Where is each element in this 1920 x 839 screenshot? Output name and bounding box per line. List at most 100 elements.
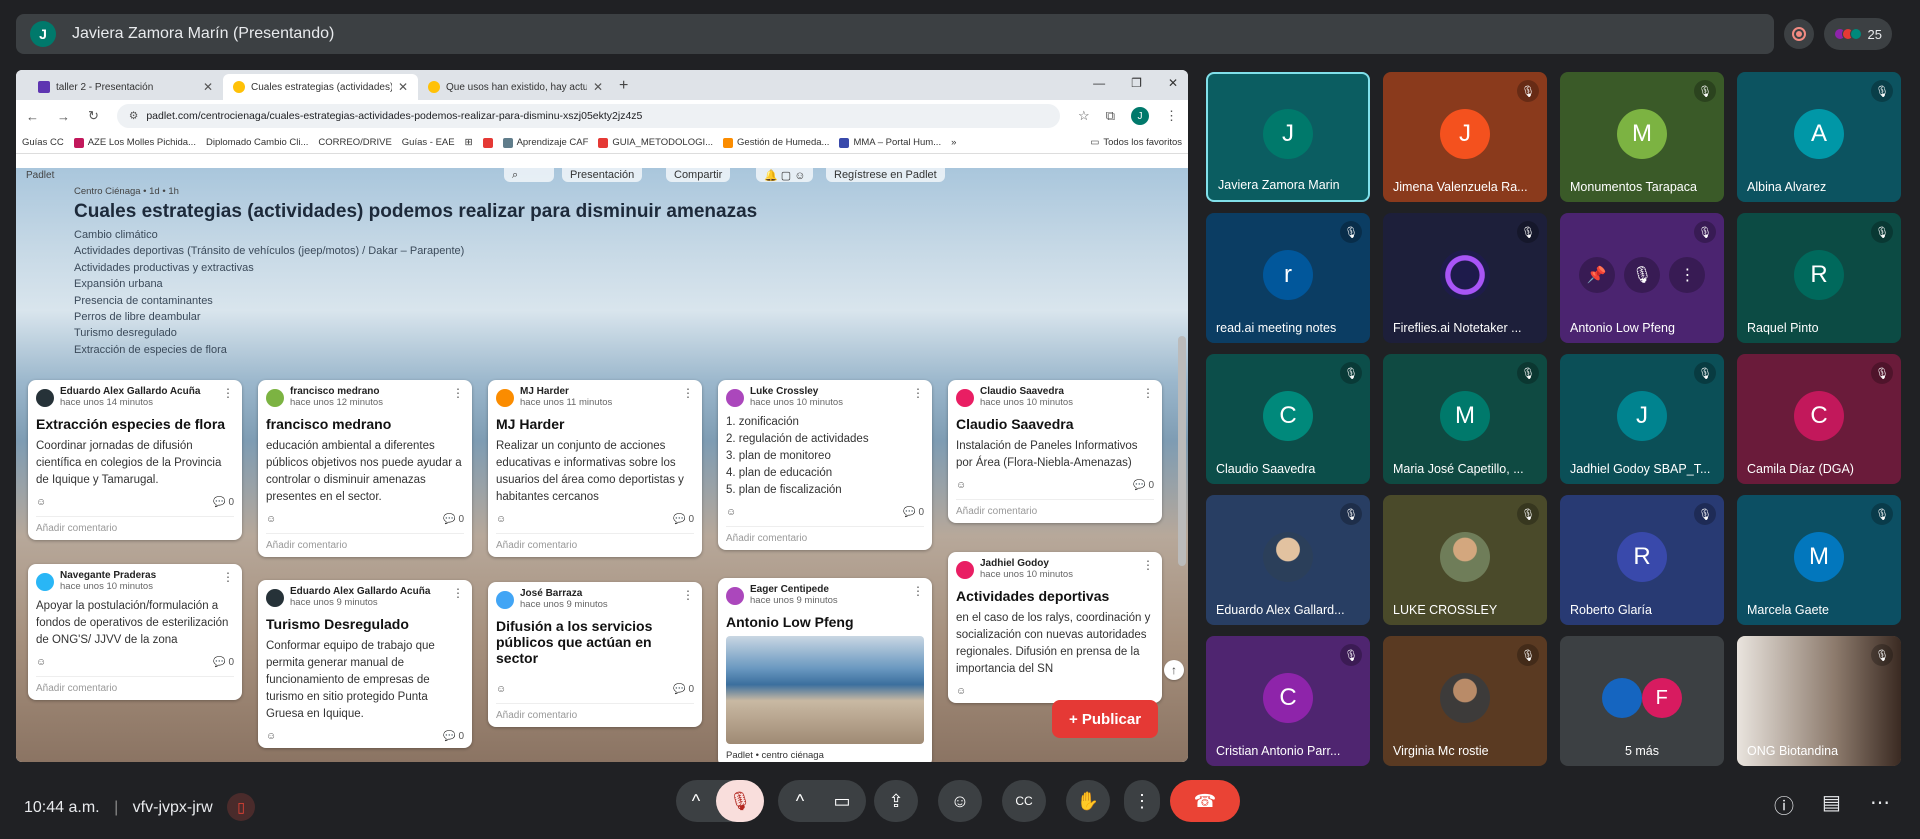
participant-tile[interactable]: C 🎙 Cristian Antonio Parr... xyxy=(1206,636,1370,766)
captions-icon[interactable]: CC xyxy=(1002,780,1046,822)
scroll-top-icon[interactable]: ↑ xyxy=(1164,660,1184,680)
bookmark-item[interactable] xyxy=(482,137,493,148)
reaction-icon[interactable]: ☺ xyxy=(956,480,966,491)
more-icon[interactable]: ⋮ xyxy=(1669,257,1706,293)
minimize-icon[interactable]: — xyxy=(1093,76,1105,90)
add-comment[interactable]: Añadir comentario xyxy=(956,499,1154,517)
more-icon[interactable]: ⋮ xyxy=(1142,558,1154,572)
participants-button[interactable]: 25 xyxy=(1823,18,1892,50)
bookmark-item[interactable]: Aprendizaje CAF xyxy=(502,137,588,148)
device-icon[interactable]: ▯ xyxy=(227,793,256,821)
forward-icon[interactable]: → xyxy=(57,109,70,124)
bookmark-item[interactable]: CORREO/DRIVE xyxy=(318,137,391,148)
participant-tile[interactable]: 🎙 ONG Biotandina xyxy=(1737,636,1901,766)
apps-grid-icon[interactable]: ⊞ xyxy=(465,137,473,148)
restore-icon[interactable]: ❐ xyxy=(1131,76,1142,90)
post-card[interactable]: Navegante Praderas hace unos 10 minutos ⋮ … xyxy=(28,564,242,700)
post-card[interactable]: Eduardo Alex Gallardo Acuña hace unos 14 … xyxy=(28,380,242,540)
tab-presentation[interactable]: taller 2 - Presentación ✕ xyxy=(28,74,223,100)
more-icon[interactable]: ⋮ xyxy=(1142,386,1154,400)
reaction-icon[interactable]: ☺ xyxy=(266,514,276,525)
participant-tile[interactable]: J Javiera Zamora Marin xyxy=(1206,72,1370,202)
profile-avatar[interactable]: J xyxy=(1131,107,1149,125)
reaction-icon[interactable]: ☺ xyxy=(496,514,506,525)
participant-tile[interactable]: F 5 más xyxy=(1560,636,1724,766)
scrollbar[interactable] xyxy=(1178,336,1186,566)
pin-icon[interactable]: 📌 xyxy=(1578,257,1615,293)
bookmark-item[interactable]: Diplomado Cambio Cli... xyxy=(206,137,308,148)
post-card[interactable]: Claudio Saavedra hace unos 10 minutos ⋮ Cl… xyxy=(948,380,1162,523)
reaction-icon[interactable]: ☺ xyxy=(726,507,736,518)
participant-tile[interactable]: J 🎙 Jimena Valenzuela Ra... xyxy=(1383,72,1547,202)
post-card[interactable]: José Barraza hace unos 9 minutos ⋮ Difusió… xyxy=(488,582,702,727)
camera-options-icon[interactable]: ^ xyxy=(780,791,820,812)
close-icon[interactable]: ✕ xyxy=(593,80,603,94)
tab-padlet-active[interactable]: Cuales estrategias (actividades) ✕ xyxy=(223,74,418,100)
add-comment[interactable]: Añadir comentario xyxy=(496,703,694,721)
back-icon[interactable]: ← xyxy=(26,109,39,124)
share-button[interactable]: Compartir xyxy=(666,168,731,182)
bookmark-star-icon[interactable]: ☆ xyxy=(1078,108,1090,124)
post-card[interactable]: MJ Harder hace unos 11 minutos ⋮ MJ Harder… xyxy=(488,380,702,557)
reaction-icon[interactable]: ☺ xyxy=(266,731,276,742)
chat-icon[interactable]: ▤ xyxy=(1822,790,1841,815)
padlet-brand[interactable]: Padlet xyxy=(26,170,54,181)
add-comment[interactable]: Añadir comentario xyxy=(726,526,924,544)
post-image[interactable] xyxy=(726,636,924,744)
post-card[interactable]: Luke Crossley hace unos 10 minutos ⋮ 1. zo… xyxy=(718,380,932,550)
more-icon[interactable]: ⋮ xyxy=(912,584,924,598)
more-icon[interactable]: ⋮ xyxy=(452,586,464,600)
post-card[interactable]: Jadhiel Godoy hace unos 10 minutos ⋮ Activ… xyxy=(948,552,1162,703)
hand-icon[interactable]: ✋ xyxy=(1066,780,1110,822)
mic-off-icon[interactable]: 🎙 xyxy=(716,780,764,822)
new-tab-button[interactable]: + xyxy=(619,77,628,95)
participant-tile[interactable]: 🎙 Fireflies.ai Notetaker ... xyxy=(1383,213,1547,343)
search-icon[interactable]: ⌕ xyxy=(504,168,554,182)
more-icon[interactable]: ⋮ xyxy=(912,386,924,400)
participant-tile[interactable]: 🎙 Eduardo Alex Gallard... xyxy=(1206,495,1370,625)
participant-tile[interactable]: R 🎙 Roberto Glaría xyxy=(1560,495,1724,625)
info-icon[interactable]: ⓘ xyxy=(1774,790,1794,819)
comment-count[interactable]: 💬 0 xyxy=(673,684,694,695)
bookmark-item[interactable]: AZE Los Molles Pichida... xyxy=(73,137,196,148)
comment-count[interactable]: 💬 0 xyxy=(443,731,464,742)
hangup-icon[interactable]: ☎ xyxy=(1170,780,1240,822)
reload-icon[interactable]: ↻ xyxy=(88,108,99,124)
participant-tile[interactable]: J 🎙 Jadhiel Godoy SBAP_T... xyxy=(1560,354,1724,484)
emoji-icon[interactable]: ☺ xyxy=(938,780,982,822)
activities-icon[interactable]: ⋯ xyxy=(1870,790,1890,815)
publish-button[interactable]: + Publicar xyxy=(1052,700,1158,738)
post-card[interactable]: Eager Centipede hace unos 9 minutos ⋮ Anto… xyxy=(718,578,932,762)
toolbar-icons[interactable]: 🔔 ▢ ☺ xyxy=(756,168,814,182)
reaction-icon[interactable]: ☺ xyxy=(496,684,506,695)
more-icon[interactable]: ⋮ xyxy=(682,588,694,602)
reaction-icon[interactable]: ☺ xyxy=(36,497,46,508)
browser-menu-icon[interactable]: ⋮ xyxy=(1165,108,1178,124)
bookmark-item[interactable]: MMA – Portal Hum... xyxy=(839,137,941,148)
bookmark-item[interactable]: Guías - EAE xyxy=(402,137,455,148)
extensions-icon[interactable]: ⧉ xyxy=(1106,108,1115,124)
bookmark-item[interactable]: GUIA_METODOLOGI... xyxy=(598,137,713,148)
close-window-icon[interactable]: ✕ xyxy=(1168,76,1178,90)
close-icon[interactable]: ✕ xyxy=(398,80,408,94)
bookmark-item[interactable]: Gestión de Humeda... xyxy=(723,137,829,148)
participant-tile[interactable]: A 🎙 Albina Alvarez xyxy=(1737,72,1901,202)
add-comment[interactable]: Añadir comentario xyxy=(36,516,234,534)
comment-count[interactable]: 💬 0 xyxy=(213,657,234,668)
comment-count[interactable]: 💬 0 xyxy=(673,514,694,525)
more-icon[interactable]: ⋮ xyxy=(222,570,234,584)
comment-count[interactable]: 💬 0 xyxy=(213,497,234,508)
comment-count[interactable]: 💬 0 xyxy=(443,514,464,525)
participant-tile[interactable]: M 🎙 Marcela Gaete xyxy=(1737,495,1901,625)
participant-tile[interactable]: 🎙 Virginia Mc rostie xyxy=(1383,636,1547,766)
recording-icon[interactable] xyxy=(1783,19,1814,49)
reaction-icon[interactable]: ☺ xyxy=(956,686,966,697)
participant-tile[interactable]: 🎙 LUKE CROSSLEY xyxy=(1383,495,1547,625)
participant-tile[interactable]: r 🎙 read.ai meeting notes xyxy=(1206,213,1370,343)
camera-icon[interactable]: ▭ xyxy=(820,791,864,812)
more-icon[interactable]: ⋮ xyxy=(222,386,234,400)
participant-tile[interactable]: M 🎙 Maria José Capetillo, ... xyxy=(1383,354,1547,484)
comment-count[interactable]: 💬 0 xyxy=(903,507,924,518)
more-icon[interactable]: ⋮ xyxy=(452,386,464,400)
bookmarks-overflow[interactable]: » xyxy=(951,137,956,148)
